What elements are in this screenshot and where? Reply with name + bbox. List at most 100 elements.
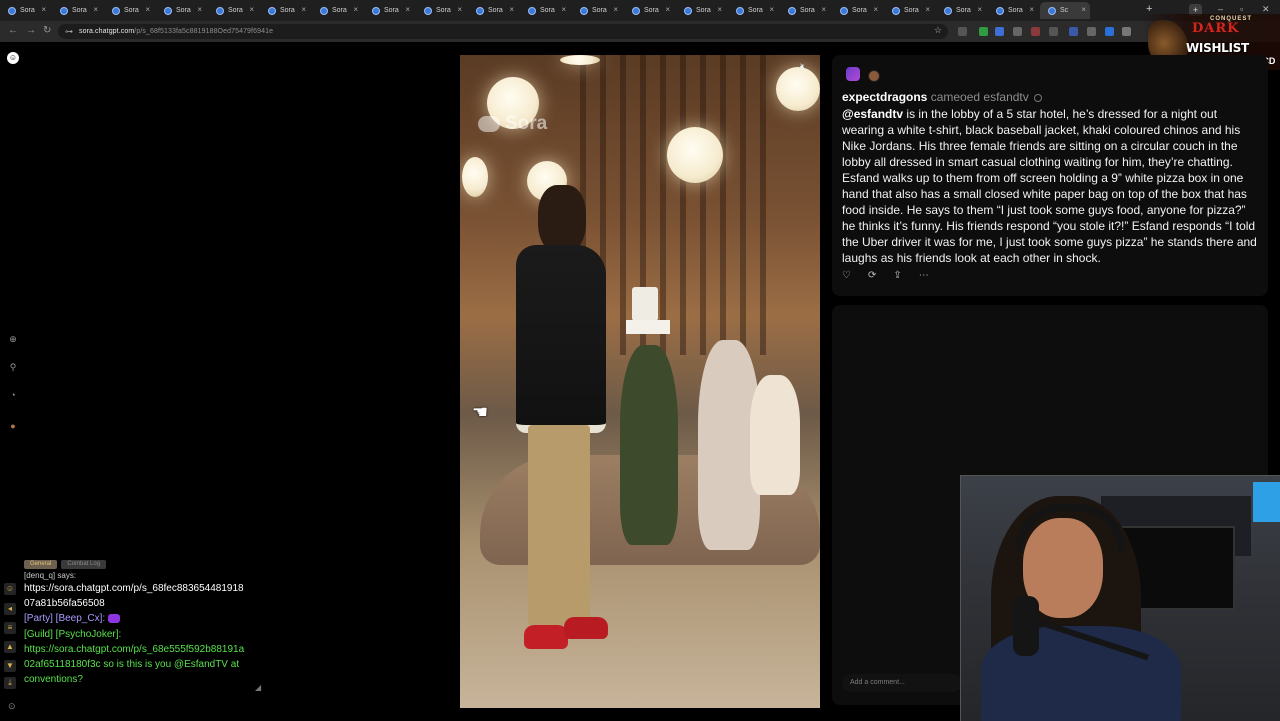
chat-tab-combat-log[interactable]: Combat Log bbox=[61, 560, 107, 569]
tab-close-icon[interactable]: × bbox=[249, 5, 254, 14]
chat-menu-icon[interactable]: ≡ bbox=[4, 622, 16, 634]
sora-logo-icon[interactable]: ☺ bbox=[7, 52, 19, 64]
browser-tab[interactable]: Sora × bbox=[936, 2, 986, 19]
extension-icon[interactable] bbox=[1049, 27, 1058, 36]
browser-tab[interactable]: Sora × bbox=[520, 2, 570, 19]
bell-icon[interactable]: ◔ bbox=[8, 390, 18, 400]
tab-close-icon[interactable]: × bbox=[41, 5, 46, 14]
browser-tab[interactable]: Sora × bbox=[988, 2, 1038, 19]
browser-tab[interactable]: Sora × bbox=[468, 2, 518, 19]
remix-icon[interactable]: ⟳ bbox=[868, 270, 876, 281]
browser-tab[interactable]: Sora × bbox=[884, 2, 934, 19]
extension-icon[interactable] bbox=[1122, 27, 1131, 36]
extension-icon[interactable] bbox=[1105, 27, 1114, 36]
browser-tab[interactable]: Sora × bbox=[832, 2, 882, 19]
sora-cloud-icon bbox=[478, 116, 500, 132]
browser-tab[interactable]: Sora × bbox=[416, 2, 466, 19]
extension-icon[interactable] bbox=[958, 27, 967, 36]
tab-close-icon[interactable]: × bbox=[925, 5, 930, 14]
browser-tab-active[interactable]: Sc × bbox=[1040, 2, 1090, 19]
tab-close-icon[interactable]: × bbox=[769, 5, 774, 14]
tab-close-icon[interactable]: × bbox=[353, 5, 358, 14]
tab-close-icon[interactable]: × bbox=[405, 5, 410, 14]
tab-close-icon[interactable]: × bbox=[717, 5, 722, 14]
forward-icon[interactable]: → bbox=[26, 25, 36, 36]
extension-icon[interactable] bbox=[1069, 27, 1078, 36]
browser-tab[interactable]: Sora × bbox=[156, 2, 206, 19]
maximize-icon[interactable]: ▫ bbox=[1240, 4, 1243, 14]
chat-party-name[interactable]: [Party] [Beep_Cx]: bbox=[24, 613, 105, 624]
tab-close-icon[interactable]: × bbox=[561, 5, 566, 14]
more-icon[interactable]: ⋯ bbox=[919, 270, 929, 281]
extension-icon[interactable] bbox=[1013, 27, 1022, 36]
browser-tab[interactable]: Sora × bbox=[572, 2, 622, 19]
extension-icon[interactable] bbox=[1031, 27, 1040, 36]
browser-tab[interactable]: Sora × bbox=[104, 2, 154, 19]
chat-up-icon[interactable]: ▲ bbox=[4, 641, 16, 653]
extension-icon[interactable] bbox=[995, 27, 1004, 36]
avatar[interactable] bbox=[846, 67, 860, 81]
browser-tab[interactable]: Sora × bbox=[0, 2, 50, 19]
chat-tab-general[interactable]: General bbox=[24, 560, 58, 569]
comment-input[interactable]: Add a comment... bbox=[842, 674, 962, 692]
tab-close-icon[interactable]: × bbox=[873, 5, 878, 14]
tab-label: Sora bbox=[176, 7, 191, 14]
plus-circle-icon[interactable]: ⊕ bbox=[8, 334, 18, 344]
browser-tab[interactable]: Sora × bbox=[676, 2, 726, 19]
browser-tab[interactable]: Sora × bbox=[624, 2, 674, 19]
browser-tab[interactable]: Sora × bbox=[312, 2, 362, 19]
extension-icon[interactable] bbox=[979, 27, 988, 36]
tab-close-icon[interactable]: × bbox=[509, 5, 514, 14]
avatar-icon[interactable]: ● bbox=[8, 421, 18, 431]
reload-icon[interactable]: ↻ bbox=[43, 25, 51, 36]
post-username[interactable]: expectdragons bbox=[842, 90, 927, 104]
tab-close-icon[interactable]: × bbox=[977, 5, 982, 14]
tab-close-icon[interactable]: × bbox=[1029, 5, 1034, 14]
bookmark-star-icon[interactable]: ☆ bbox=[934, 25, 942, 36]
speaker-muted-icon[interactable]: 🔇︎ bbox=[800, 62, 806, 73]
browser-tab[interactable]: Sora × bbox=[780, 2, 830, 19]
cameo-avatar[interactable] bbox=[868, 70, 880, 82]
chat-social-icon[interactable]: ☺ bbox=[4, 583, 16, 595]
browser-tab[interactable]: Sora × bbox=[260, 2, 310, 19]
url-field[interactable]: ⊶ sora.chatgpt.com/p/s_68f5133fa5c881918… bbox=[58, 24, 948, 39]
sora-favicon-icon bbox=[216, 6, 224, 15]
tab-close-icon[interactable]: × bbox=[301, 5, 306, 14]
chat-voice-icon[interactable]: ◂ bbox=[4, 603, 16, 615]
chat-line[interactable]: https://sora.chatgpt.com/p/s_68e555f592b… bbox=[24, 642, 260, 657]
site-info-icon[interactable]: ⊶ bbox=[65, 27, 73, 36]
tab-close-icon[interactable]: × bbox=[93, 5, 98, 14]
back-icon[interactable]: ← bbox=[8, 25, 18, 36]
browser-tab[interactable]: Sora × bbox=[208, 2, 258, 19]
minimize-icon[interactable]: – bbox=[1218, 4, 1223, 14]
tab-close-icon[interactable]: × bbox=[1081, 5, 1086, 14]
browser-tab[interactable]: Sora × bbox=[364, 2, 414, 19]
chat-line: conventions? bbox=[24, 674, 83, 686]
sora-favicon-icon bbox=[736, 6, 744, 15]
chat-down-icon[interactable]: ▼ bbox=[4, 660, 16, 672]
tab-close-icon[interactable]: × bbox=[197, 5, 202, 14]
chat-tabs: General Combat Log bbox=[24, 560, 107, 569]
video-player[interactable]: Sora 🔇︎ bbox=[460, 55, 820, 708]
settings-icon[interactable]: ⊙ bbox=[8, 701, 16, 712]
tab-close-icon[interactable]: × bbox=[145, 5, 150, 14]
chat-line-guild[interactable]: [Guild] [PsychoJoker]: bbox=[24, 627, 260, 642]
tab-close-icon[interactable]: × bbox=[665, 5, 670, 14]
chat-resize-handle[interactable]: ◢ bbox=[255, 683, 261, 692]
search-icon[interactable]: ⚲ bbox=[8, 362, 18, 372]
tab-close-icon[interactable]: × bbox=[457, 5, 462, 14]
caption-mention[interactable]: @esfandtv bbox=[842, 107, 903, 121]
chat-line: 07a81b56fa56508 bbox=[24, 598, 105, 610]
post-action-text[interactable]: cameoed esfandtv bbox=[931, 90, 1029, 104]
browser-tab[interactable]: Sora × bbox=[728, 2, 778, 19]
heart-icon[interactable]: ♡ bbox=[842, 270, 851, 281]
chat-line[interactable]: https://sora.chatgpt.com/p/s_68fec883654… bbox=[24, 581, 260, 596]
share-icon[interactable]: ⇪ bbox=[893, 270, 901, 281]
extension-icon[interactable] bbox=[1087, 27, 1096, 36]
tab-close-icon[interactable]: × bbox=[821, 5, 826, 14]
browser-tab[interactable]: Sora × bbox=[52, 2, 102, 19]
chat-bottom-icon[interactable]: ⤓ bbox=[4, 677, 16, 689]
tab-close-icon[interactable]: × bbox=[613, 5, 618, 14]
overlay-brand-text: DARK bbox=[1192, 21, 1240, 36]
sora-favicon-icon bbox=[320, 6, 328, 15]
